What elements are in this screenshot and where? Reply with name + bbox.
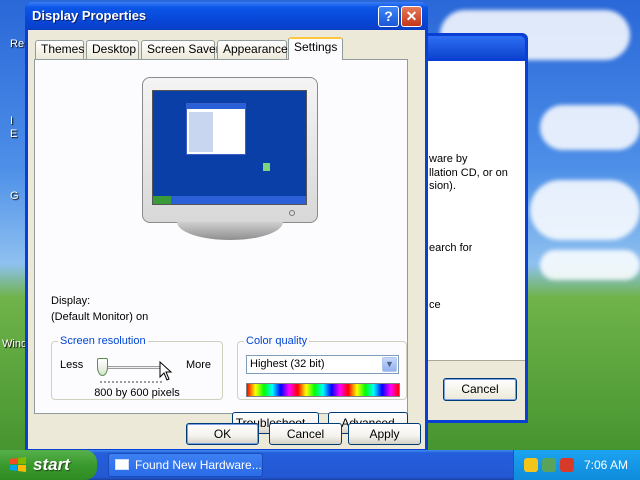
screen-resolution-legend: Screen resolution bbox=[60, 335, 146, 347]
cancel-button[interactable]: Cancel bbox=[269, 423, 342, 445]
tab-settings[interactable]: Settings bbox=[288, 37, 343, 60]
less-label: Less bbox=[60, 359, 84, 371]
taskbar-item-found-new-hardware[interactable]: Found New Hardware... bbox=[108, 453, 263, 477]
preview-window bbox=[186, 103, 246, 155]
tab-screen-saver[interactable]: Screen Saver bbox=[141, 40, 220, 59]
chevron-down-icon[interactable]: ▼ bbox=[382, 357, 397, 372]
bg-window-text: ware by bbox=[429, 153, 468, 165]
security-shield-icon[interactable] bbox=[524, 458, 538, 472]
more-label: More bbox=[185, 359, 211, 371]
apply-button[interactable]: Apply bbox=[348, 423, 421, 445]
bg-window-text: ce bbox=[429, 299, 441, 311]
monitor-preview bbox=[142, 77, 318, 223]
desktop-icon-label[interactable]: I bbox=[10, 115, 13, 127]
ok-button[interactable]: OK bbox=[186, 423, 259, 445]
preview-start bbox=[153, 196, 171, 204]
desktop-icon-label[interactable]: Wind bbox=[2, 338, 27, 350]
desktop-icon-label[interactable]: G bbox=[10, 190, 19, 202]
screen-resolution-group: Screen resolution Less More 800 by 600 p… bbox=[51, 335, 223, 400]
monitor-stand bbox=[177, 222, 283, 240]
display-value: (Default Monitor) on bbox=[51, 311, 149, 323]
bg-window-text: earch for bbox=[429, 242, 473, 254]
cloud bbox=[530, 180, 640, 240]
windows-logo-icon bbox=[10, 457, 26, 472]
system-tray: 7:06 AM bbox=[513, 450, 640, 480]
color-quality-select[interactable]: Highest (32 bit) ▼ bbox=[246, 355, 399, 374]
bg-window-footer: Cancel bbox=[421, 360, 525, 420]
bg-window-text: llation CD, or on bbox=[429, 167, 508, 179]
tab-appearance[interactable]: Appearance bbox=[217, 40, 288, 59]
bg-window-body: ware by llation CD, or on sion). earch f… bbox=[421, 61, 525, 420]
found-new-hardware-window[interactable]: ware by llation CD, or on sion). earch f… bbox=[418, 33, 528, 423]
cloud bbox=[540, 250, 640, 280]
bg-window-text: sion). bbox=[429, 180, 456, 192]
power-led-icon bbox=[289, 210, 295, 216]
display-label: Display: bbox=[51, 295, 91, 307]
tab-desktop[interactable]: Desktop bbox=[86, 40, 139, 59]
security-alert-icon[interactable] bbox=[560, 458, 574, 472]
start-button[interactable]: start bbox=[0, 450, 97, 480]
clock[interactable]: 7:06 AM bbox=[584, 450, 628, 480]
preview-icon bbox=[263, 163, 270, 171]
preview-taskbar bbox=[153, 196, 306, 204]
color-quality-legend: Color quality bbox=[246, 335, 308, 347]
display-properties-dialog[interactable]: Display Properties ? ✕ Themes Desktop Sc… bbox=[25, 2, 428, 452]
color-quality-group: Color quality Highest (32 bit) ▼ bbox=[237, 335, 407, 400]
settings-panel: Display: (Default Monitor) on Screen res… bbox=[34, 59, 408, 434]
help-button[interactable]: ? bbox=[378, 6, 399, 27]
start-label: start bbox=[33, 455, 70, 474]
color-spectrum-bar bbox=[246, 383, 400, 397]
dialog-titlebar[interactable]: Display Properties ? ✕ bbox=[25, 2, 428, 30]
resolution-slider-thumb[interactable] bbox=[97, 358, 108, 376]
cloud bbox=[540, 105, 640, 150]
dialog-body: Themes Desktop Screen Saver Appearance S… bbox=[28, 30, 425, 449]
color-quality-value: Highest (32 bit) bbox=[250, 358, 325, 370]
hardware-icon[interactable] bbox=[542, 458, 556, 472]
dialog-title: Display Properties bbox=[32, 8, 147, 23]
bg-cancel-button[interactable]: Cancel bbox=[443, 378, 517, 401]
tab-themes[interactable]: Themes bbox=[35, 40, 84, 59]
desktop-icon-label[interactable]: E bbox=[10, 128, 17, 140]
monitor-screen bbox=[152, 90, 307, 205]
desktop-icon-label[interactable]: Re bbox=[10, 38, 24, 50]
close-button[interactable]: ✕ bbox=[401, 6, 422, 27]
slider-ticks bbox=[100, 381, 162, 384]
resolution-value: 800 by 600 pixels bbox=[94, 387, 180, 399]
mouse-cursor-icon bbox=[159, 361, 173, 381]
bg-window-titlebar[interactable] bbox=[421, 36, 525, 58]
task-item-label: Found New Hardware... bbox=[135, 458, 262, 472]
taskbar: start Found New Hardware... 7:06 AM bbox=[0, 450, 640, 480]
window-icon bbox=[115, 459, 129, 470]
